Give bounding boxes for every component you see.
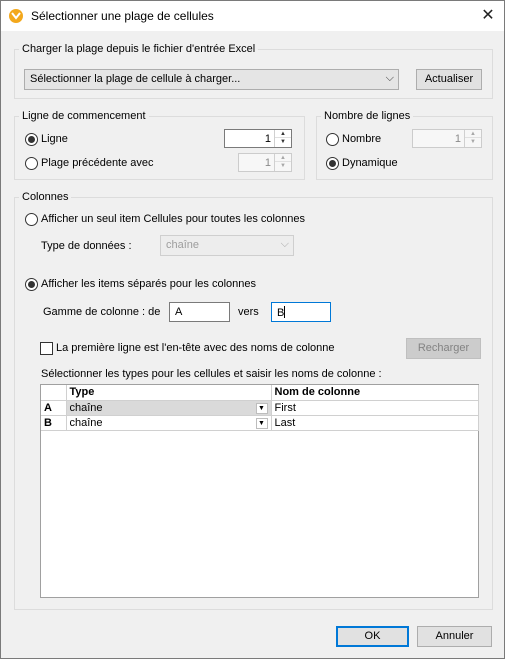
chevron-down-icon: ⌵ <box>280 238 289 250</box>
header-cell-column-name: Nom de colonne <box>271 385 479 401</box>
range-to-value: B <box>277 307 285 319</box>
separate-items-radio[interactable]: Afficher les items séparés pour les colo… <box>25 278 256 291</box>
table-row[interactable]: B chaîne ▼ Last <box>41 415 479 431</box>
load-range-legend: Charger la plage depuis le fichier d'ent… <box>22 43 256 55</box>
row-number-value: 1 <box>454 133 461 145</box>
header-row-checkbox-label: La première ligne est l'en-tête avec des… <box>56 342 335 354</box>
row-key: A <box>41 400 67 416</box>
spin-down-icon[interactable]: ▼ <box>275 162 291 170</box>
table-header-row: Type Nom de colonne <box>41 385 479 401</box>
previous-range-value: 1 <box>264 157 271 169</box>
chevron-down-icon: ⌵ <box>385 72 394 84</box>
separate-items-radio-indicator <box>25 278 38 291</box>
row-key: B <box>41 415 67 431</box>
number-radio[interactable]: Nombre <box>326 133 381 146</box>
type-value: chaîne <box>69 416 103 429</box>
table-row[interactable]: A chaîne ▼ First <box>41 400 479 416</box>
cell-range-combo[interactable]: Sélectionner la plage de cellule à charg… <box>24 69 399 90</box>
range-from-input[interactable]: A <box>169 302 230 322</box>
range-to-input[interactable]: B <box>271 302 331 322</box>
header-cell-type: Type <box>66 385 272 401</box>
previous-range-stepper[interactable]: 1 ▲ ▼ <box>238 153 292 172</box>
header-row-checkbox-box <box>40 342 53 355</box>
columns-legend: Colonnes <box>22 191 69 203</box>
data-type-select[interactable]: chaîne ⌵ <box>160 235 294 256</box>
spin-down-icon[interactable]: ▼ <box>465 138 481 146</box>
refresh-button[interactable]: Actualiser <box>416 69 482 90</box>
line-number-value: 1 <box>264 133 271 145</box>
close-icon[interactable]: ✕ <box>472 1 504 31</box>
dialog-window: Sélectionner une plage de cellules ✕ Cha… <box>0 0 505 659</box>
separate-items-radio-label: Afficher les items séparés pour les colo… <box>41 278 257 290</box>
number-radio-indicator <box>326 133 339 146</box>
data-type-value: chaîne <box>166 239 200 251</box>
reload-button[interactable]: Recharger <box>406 338 481 359</box>
type-cell[interactable]: chaîne ▼ <box>66 415 272 431</box>
cancel-button[interactable]: Annuler <box>417 626 492 647</box>
text-caret <box>284 306 286 318</box>
header-row-checkbox[interactable]: La première ligne est l'en-tête avec des… <box>40 342 335 355</box>
column-range-label: Gamme de colonne : de <box>43 306 161 318</box>
type-cell[interactable]: chaîne ▼ <box>66 400 272 416</box>
column-types-table: Type Nom de colonne A chaîne ▼ First B c… <box>40 384 479 598</box>
previous-range-radio[interactable]: Plage précédente avec <box>25 157 154 170</box>
column-name-cell[interactable]: First <box>271 400 479 416</box>
dropdown-arrow-icon[interactable]: ▼ <box>255 402 268 414</box>
line-radio-label: Ligne <box>41 133 68 145</box>
single-item-radio-label: Afficher un seul item Cellules pour tout… <box>41 213 305 225</box>
previous-range-radio-label: Plage précédente avec <box>41 157 154 169</box>
row-count-legend: Nombre de lignes <box>324 110 411 122</box>
type-value: chaîne <box>69 401 103 414</box>
spin-up-icon[interactable]: ▲ <box>465 130 481 138</box>
line-radio[interactable]: Ligne <box>25 133 68 146</box>
single-item-radio-indicator <box>25 213 38 226</box>
line-radio-indicator <box>25 133 38 146</box>
dropdown-arrow-icon[interactable]: ▼ <box>255 417 268 429</box>
start-row-legend: Ligne de commencement <box>22 110 146 122</box>
range-to-label: vers <box>238 306 259 318</box>
range-from-value: A <box>175 306 183 318</box>
row-number-stepper[interactable]: 1 ▲ ▼ <box>412 129 482 148</box>
data-type-label: Type de données : <box>41 240 132 252</box>
dynamic-radio[interactable]: Dynamique <box>326 157 398 170</box>
window-title: Sélectionner une plage de cellules <box>31 9 214 23</box>
line-number-stepper[interactable]: 1 ▲ ▼ <box>224 129 292 148</box>
ok-button[interactable]: OK <box>336 626 409 647</box>
title-bar: Sélectionner une plage de cellules ✕ <box>1 1 504 31</box>
dynamic-radio-indicator <box>326 157 339 170</box>
table-caption: Sélectionner les types pour les cellules… <box>41 368 382 380</box>
number-radio-label: Nombre <box>342 133 382 145</box>
previous-range-radio-indicator <box>25 157 38 170</box>
single-item-radio[interactable]: Afficher un seul item Cellules pour tout… <box>25 213 305 226</box>
header-cell-row-key <box>41 385 67 401</box>
spin-up-icon[interactable]: ▲ <box>275 154 291 162</box>
dynamic-radio-label: Dynamique <box>342 157 398 169</box>
spin-up-icon[interactable]: ▲ <box>275 130 291 138</box>
cell-range-combo-value: Sélectionner la plage de cellule à charg… <box>30 73 241 85</box>
app-icon <box>9 9 23 23</box>
column-name-cell[interactable]: Last <box>271 415 479 431</box>
spin-down-icon[interactable]: ▼ <box>275 138 291 146</box>
